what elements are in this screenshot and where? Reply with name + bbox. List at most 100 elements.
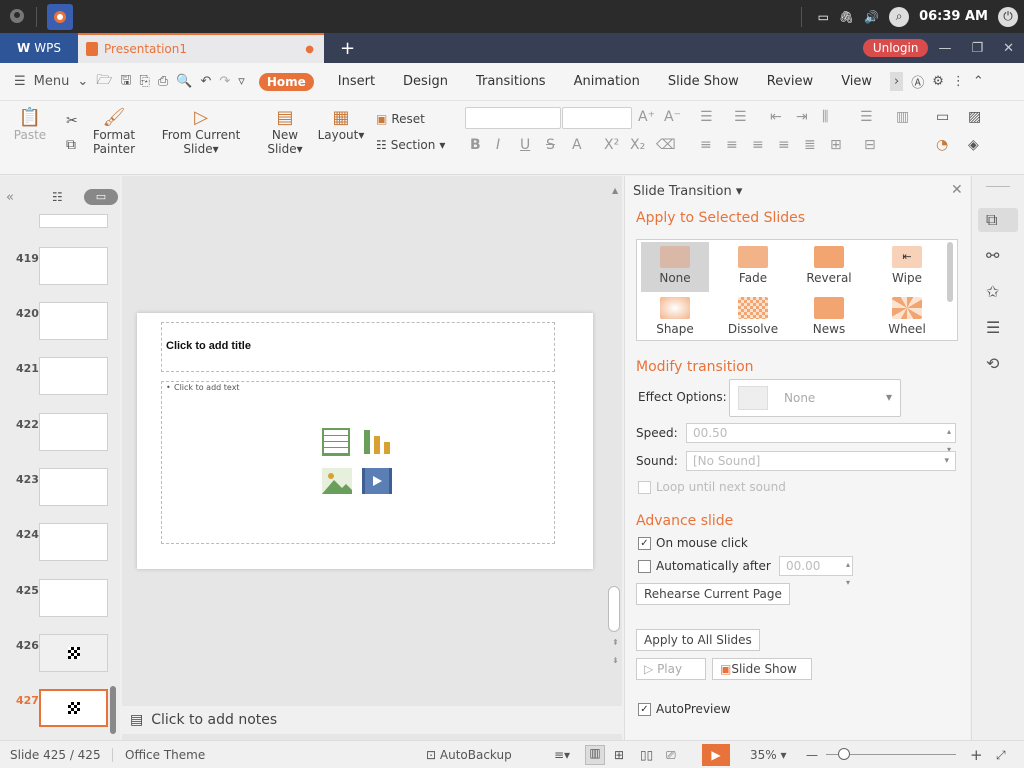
effect-reveral[interactable]: Reveral — [795, 246, 863, 285]
close-window-icon[interactable]: ✕ — [1003, 41, 1014, 56]
fit-window-icon[interactable]: ⤢ — [996, 748, 1006, 763]
power-icon[interactable]: ⏻ — [998, 6, 1018, 27]
textbox-icon[interactable]: ▭ — [936, 109, 949, 125]
insert-video-icon[interactable] — [362, 468, 392, 497]
distribute-icon[interactable]: ≣ — [804, 137, 816, 153]
slide-thumbnail-selected[interactable] — [39, 689, 108, 727]
decrease-indent-icon[interactable]: ⇤ — [770, 109, 782, 125]
new-slide-button[interactable]: ▤ New Slide▾ — [264, 109, 306, 157]
slide-canvas[interactable]: Click to add title • Click to add text — [137, 313, 593, 569]
reading-view-icon[interactable]: ▯▯ — [640, 748, 653, 762]
slide-show-button[interactable]: ▣Slide Show — [712, 658, 812, 680]
section-button[interactable]: ☷ Section ▾ — [376, 138, 445, 152]
line-spacing-icon[interactable]: ☰ — [860, 109, 873, 125]
effect-wheel[interactable]: Wheel — [873, 297, 941, 336]
slide-view-toggle[interactable]: ▭ — [84, 189, 118, 205]
loop-checkbox[interactable]: Loop until next sound — [638, 480, 786, 494]
tab-design[interactable]: Design — [403, 74, 448, 89]
attachment-icon[interactable]: 🖇 — [839, 10, 854, 24]
bullets-icon[interactable]: ☰ — [700, 109, 713, 125]
export-icon[interactable]: ⎘ — [139, 74, 149, 89]
collapse-panel-icon[interactable]: « — [6, 190, 14, 205]
tab-insert[interactable]: Insert — [338, 74, 375, 89]
redo-icon[interactable]: ↷ — [219, 74, 230, 89]
grow-font-icon[interactable]: A⁺ — [638, 109, 655, 125]
strikethrough-icon[interactable]: S — [546, 137, 555, 153]
effect-shape[interactable]: Shape — [641, 297, 709, 336]
align-text-icon[interactable]: ⊞ — [830, 137, 842, 153]
slide-thumbnail[interactable] — [39, 247, 108, 285]
automatically-after-input[interactable]: 00.00 ▴ ▾ — [779, 556, 853, 587]
transition-panel-icon[interactable]: ⧉ — [986, 210, 997, 230]
play-button[interactable]: ▷ Play — [636, 658, 706, 680]
collapse-ribbon-icon[interactable]: ⌃ — [973, 74, 984, 89]
bold-icon[interactable]: B — [470, 137, 481, 153]
italic-icon[interactable]: I — [496, 137, 500, 153]
autopreview-checkbox[interactable]: ✓ AutoPreview — [638, 702, 731, 716]
history-icon[interactable]: ⟲ — [986, 354, 999, 373]
zoom-dropdown[interactable]: 35% ▾ — [750, 748, 787, 762]
notes-area[interactable]: ▤ Click to add notes — [122, 706, 622, 734]
prev-slide-icon[interactable]: ⇞ — [612, 638, 619, 647]
app-launcher-icon[interactable] — [4, 4, 30, 30]
from-current-slide-button[interactable]: ▷ From Current Slide▾ — [156, 109, 246, 157]
slide-thumbnail[interactable] — [39, 468, 108, 506]
effects-scrollbar[interactable] — [947, 242, 953, 302]
screen-icon[interactable]: ▭ — [818, 10, 829, 24]
more-icon[interactable]: ⋮ — [952, 74, 965, 89]
on-mouse-click-checkbox[interactable]: ✓ On mouse click — [638, 536, 748, 550]
wps-home-tab[interactable]: W WPS — [0, 33, 78, 63]
chevron-down-icon[interactable]: ⌄ — [77, 74, 88, 89]
tab-home[interactable]: Home — [258, 72, 314, 91]
zoom-in-icon[interactable]: + — [970, 746, 983, 764]
print-icon[interactable]: ⎙ — [158, 74, 168, 89]
underline-icon[interactable]: U — [520, 137, 530, 153]
sound-select[interactable]: [No Sound] ▾ — [686, 451, 956, 471]
effect-none[interactable]: None — [641, 242, 709, 292]
editor-scroll-thumb[interactable] — [608, 586, 620, 632]
pane-title[interactable]: Slide Transition ▾ — [633, 184, 742, 199]
tab-view[interactable]: View — [841, 74, 872, 89]
shrink-font-icon[interactable]: A⁻ — [664, 109, 681, 125]
tab-slide-show[interactable]: Slide Show — [668, 74, 739, 89]
zoom-out-icon[interactable]: — — [806, 748, 818, 762]
slide-thumbnail[interactable] — [39, 579, 108, 617]
slide-thumbnail[interactable] — [39, 634, 108, 672]
insert-picture-icon[interactable] — [322, 468, 352, 497]
slide-thumbnail[interactable] — [39, 413, 108, 451]
new-tab-icon[interactable]: + — [340, 38, 355, 59]
search-icon[interactable]: ⌕ — [889, 6, 910, 27]
presenter-view-icon[interactable]: ⎚ — [666, 748, 676, 763]
effect-options-dropdown[interactable]: None ▾ — [729, 379, 901, 417]
cut-icon[interactable]: ✂ — [66, 113, 78, 129]
menu-button[interactable]: Menu — [34, 74, 70, 89]
undo-icon[interactable]: ↶ — [200, 74, 211, 89]
rehearse-button[interactable]: Rehearse Current Page — [636, 583, 790, 605]
columns-icon[interactable]: ▥ — [896, 109, 909, 125]
align-right-icon[interactable]: ≡ — [752, 137, 764, 153]
effect-wipe[interactable]: ⇤ Wipe — [873, 246, 941, 285]
align-left-icon[interactable]: ≡ — [700, 137, 712, 153]
scroll-up-icon[interactable]: ▲ — [612, 186, 618, 195]
editor-vscrollbar[interactable]: ▲ ⇞ ⇟ — [608, 186, 620, 686]
volume-icon[interactable]: 🔊 — [864, 10, 879, 24]
hamburger-icon[interactable]: ☰ — [14, 74, 26, 89]
properties-icon[interactable]: ☰ — [986, 318, 1000, 337]
increase-indent-icon[interactable]: ⇥ — [796, 109, 808, 125]
font-name-combo[interactable] — [465, 107, 561, 129]
wps-app-icon[interactable] — [47, 3, 73, 30]
shapes-icon[interactable]: ◔ — [936, 137, 948, 153]
font-color-icon[interactable]: A — [572, 137, 582, 153]
apply-to-all-button[interactable]: Apply to All Slides — [636, 629, 760, 651]
customize-icon[interactable]: ▿ — [238, 74, 245, 89]
slide-thumbnail[interactable] — [39, 523, 108, 561]
normal-view-icon[interactable]: ▥ — [585, 745, 605, 765]
picture-icon[interactable]: ▨ — [968, 109, 981, 125]
slide-sorter-icon[interactable]: ⊞ — [614, 748, 624, 762]
title-placeholder[interactable]: Click to add title — [161, 322, 555, 372]
open-icon[interactable]: 🗁 — [96, 71, 112, 93]
arrange-icon[interactable]: ◈ — [968, 137, 979, 153]
tab-animation[interactable]: Animation — [574, 74, 640, 89]
share-icon[interactable]: ⚯ — [986, 246, 999, 265]
document-tab[interactable]: Presentation1 ● — [78, 33, 324, 63]
